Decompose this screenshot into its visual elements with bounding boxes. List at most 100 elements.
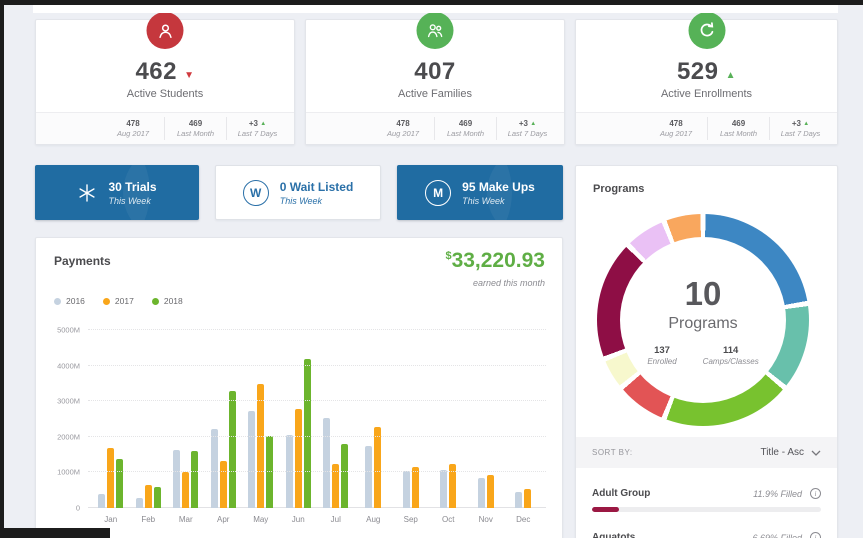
footer-metric: 469 Last Month [707,117,769,140]
legend-item-2017[interactable]: 2017 [102,296,134,306]
list-item[interactable]: Aquatots 6.69% Filled i [592,532,821,538]
dashboard: 462 ▼ Active Students 478 Aug 2017 469 L… [0,0,863,538]
y-tick-label: 1000M [57,467,80,477]
chart-legend: 2016 2017 2018 [54,296,183,306]
trend-arrow-icon: ▲ [530,121,537,127]
bar-group-may: May [242,330,280,524]
list-item[interactable]: Adult Group 11.9% Filled i [592,488,821,512]
gridline [88,400,546,402]
legend-dot [54,297,61,305]
programs-donut-chart: 10 Programs 137 Enrolled 114 Camps/Class… [597,214,809,426]
program-list: Adult Group 11.9% Filled i Aquatots 6.69… [592,468,821,538]
bar-2017 [182,471,190,508]
legend-dot [151,297,159,305]
bar-group-sep: Sep [392,330,430,524]
bar-2016 [402,471,410,508]
m-circle-icon: M [425,179,452,206]
screen-edge [0,0,863,5]
sort-bar: SORT BY: Title - Asc [576,437,837,468]
bar-2017 [107,447,115,508]
bar-group-aug: Aug [355,330,393,524]
make-ups-banner[interactable]: M 95 Make Ups This Week [397,165,563,220]
footer-metric: 469 Last Month [434,117,496,140]
gridline [88,435,546,437]
trials-banner[interactable]: 30 Trials This Week [35,165,199,220]
x-tick-label: Oct [442,515,455,524]
stat-card-active-families[interactable]: 407 Active Families 478 Aug 2017 469 Las… [305,12,565,145]
bar-2016 [135,498,143,508]
bar-2017 [374,427,382,508]
x-tick-label: Apr [217,515,230,524]
footer-metric: 478 Aug 2017 [386,119,420,138]
footer-metric: +3 ▲ Last 7 Days [226,117,288,140]
stat-footer: 478 Aug 2017 469 Last Month +3 ▲ Last 7 … [36,112,294,144]
bar-group-mar: Mar [167,330,205,524]
program-count: 10 [684,275,722,312]
trend-arrow-icon: ▲ [725,70,737,81]
y-tick-label: 3000M [57,396,80,406]
payments-bar-chart: 0 1000M 2000M 3000M 4000M 5000M Jan Feb Mar Apr M… [54,326,546,534]
asterisk-icon [77,183,97,203]
stat-footer: 478 Aug 2017 469 Last Month +3 ▲ Last 7 … [306,112,564,144]
y-tick-label: 0 [75,503,80,513]
programs-card: Programs 10 Programs 137 Enrolled 114 Ca… [575,165,838,538]
bar-2016 [477,477,485,508]
legend-dot [102,297,110,305]
bar-group-jul: Jul [317,330,355,524]
w-circle-icon: W [242,179,269,206]
donut-center: 10 Programs 137 Enrolled 114 Camps/Class… [620,275,786,366]
bar-2016 [515,492,523,508]
refresh-icon [688,12,725,49]
stat-label: Active Students [126,88,204,100]
program-count-label: Programs [668,315,738,332]
family-icon [416,12,454,49]
stat-value: 407 [414,58,456,85]
programs-title: Programs [593,183,645,195]
payments-title: Payments [54,254,111,268]
bar-2018 [341,443,349,508]
screen-edge [0,0,4,538]
bar-2018 [228,390,236,508]
info-icon[interactable]: i [810,488,821,499]
banner-text: 0 Wait Listed This Week [279,179,354,206]
footer-metric: 478 Aug 2017 [116,119,150,138]
x-tick-label: Feb [141,515,156,524]
legend-item-2018[interactable]: 2018 [151,296,183,306]
trend-arrow-icon: ▲ [803,121,810,127]
payments-card: Payments $33,220.93 earned this month 20… [35,237,563,538]
y-tick-label: 2000M [57,432,80,442]
bar-2016 [248,411,256,508]
program-name: Adult Group [592,488,651,499]
info-icon[interactable]: i [810,532,821,538]
bar-2016 [210,428,218,508]
trend-arrow-icon: ▲ [260,121,267,127]
bar-group-jun: Jun [280,330,318,524]
bar-2017 [486,474,494,508]
bar-2018 [191,451,199,508]
gridline [88,364,546,366]
header-remnant [33,5,838,13]
bar-group-oct: Oct [430,330,468,524]
bar-2018 [153,487,161,508]
bar-2017 [294,409,302,508]
footer-metric: +3 ▲ Last 7 Days [769,117,831,140]
legend-item-2016[interactable]: 2016 [54,296,85,306]
x-tick-label: Dec [516,515,531,524]
decorative-circle [123,165,199,220]
x-tick-label: Sep [403,515,418,524]
bar-2016 [173,450,181,508]
stat-value: 529 ▲ [676,58,737,85]
person-icon [146,12,184,49]
decorative-circle [487,165,563,220]
plot-area: Jan Feb Mar Apr May Jun Jul Aug Sep Oct Nov Dec [88,329,546,524]
screen-edge [0,528,110,538]
stat-footer: 478 Aug 2017 469 Last Month +3 ▲ Last 7 … [576,112,837,144]
donut-hole: 10 Programs 137 Enrolled 114 Camps/Class… [620,237,786,403]
stat-card-active-enrollments[interactable]: 529 ▲ Active Enrollments 478 Aug 2017 46… [575,12,838,145]
bar-2016 [365,446,373,508]
bar-2016 [440,469,448,508]
fill-progress-bar [592,507,821,512]
wait-listed-banner[interactable]: W 0 Wait Listed This Week [215,165,381,220]
stat-card-active-students[interactable]: 462 ▼ Active Students 478 Aug 2017 469 L… [35,12,295,145]
sort-dropdown[interactable]: Title - Asc [760,447,821,458]
